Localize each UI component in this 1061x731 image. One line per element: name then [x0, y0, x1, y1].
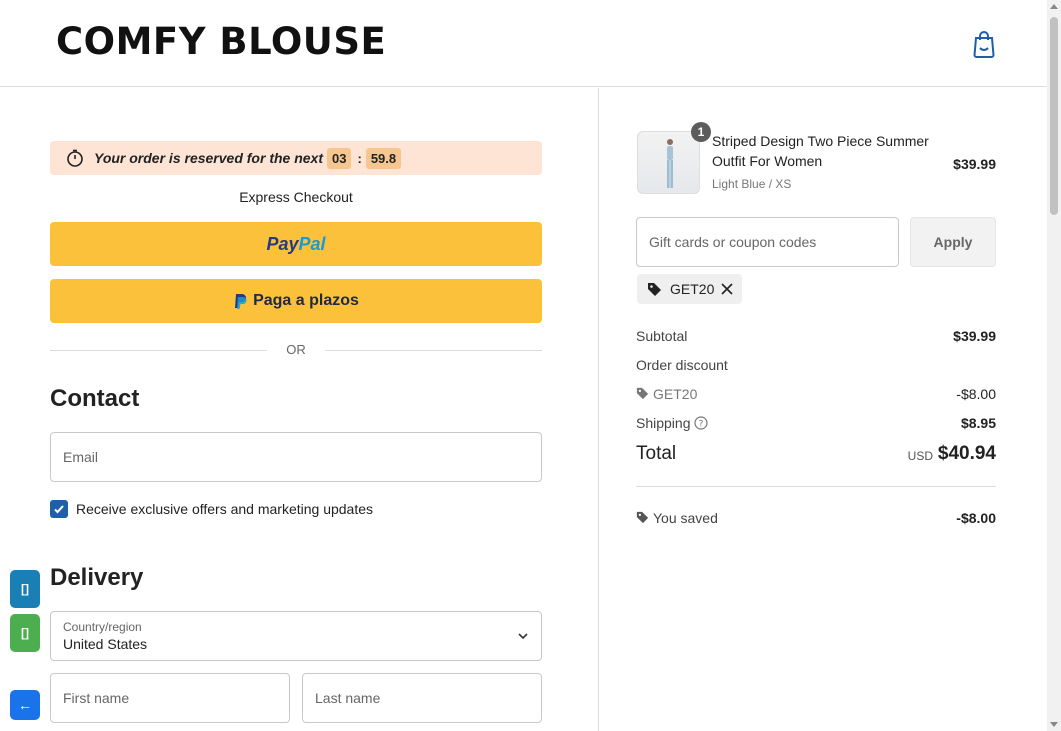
- you-saved-label: You saved: [653, 510, 718, 526]
- country-label: Country/region: [63, 620, 142, 634]
- country-select[interactable]: Country/region United States: [50, 611, 542, 661]
- timer-seconds: 59.8: [365, 147, 402, 169]
- email-field[interactable]: Email: [50, 432, 542, 482]
- quantity-badge: 1: [691, 122, 711, 142]
- product-thumbnail: [637, 131, 700, 194]
- shipping-row: Shipping ? $8.95: [636, 415, 996, 431]
- shipping-value: $8.95: [960, 415, 996, 431]
- total-row: Total USD $40.94: [636, 443, 996, 465]
- help-icon[interactable]: ?: [693, 416, 708, 430]
- last-name-field[interactable]: Last name: [302, 673, 542, 723]
- product-variant: Light Blue / XS: [712, 177, 792, 191]
- subtotal-label: Subtotal: [636, 328, 688, 344]
- email-placeholder: Email: [63, 449, 99, 465]
- back-arrow-button[interactable]: ←: [10, 690, 40, 720]
- total-currency: USD: [907, 449, 933, 463]
- chevron-down-icon: [518, 633, 528, 640]
- coupon-placeholder: Gift cards or coupon codes: [649, 234, 817, 250]
- first-name-placeholder: First name: [63, 690, 130, 706]
- shopping-bag-icon[interactable]: [972, 30, 996, 58]
- marketing-label: Receive exclusive offers and marketing u…: [76, 501, 374, 517]
- product-price: $39.99: [953, 156, 996, 172]
- side-button-1[interactable]: []: [10, 570, 40, 608]
- scrollbar-thumb[interactable]: [1050, 17, 1058, 215]
- site-header: COMFY BLOUSE: [0, 0, 1047, 87]
- checkout-form-column: Your order is reserved for the next 03 :…: [0, 88, 599, 731]
- country-value: United States: [63, 636, 148, 652]
- marketing-checkbox[interactable]: [50, 500, 68, 518]
- product-image: [667, 139, 673, 188]
- total-label: Total: [636, 443, 677, 464]
- paypal-button[interactable]: PayPal: [50, 222, 542, 266]
- side-button-2[interactable]: []: [10, 614, 40, 652]
- discount-code-row: GET20 -$8.00: [636, 386, 996, 402]
- order-discount-label: Order discount: [636, 357, 728, 373]
- last-name-placeholder: Last name: [315, 690, 381, 706]
- total-value: $40.94: [937, 443, 996, 464]
- scroll-down-arrow[interactable]: [1050, 722, 1058, 727]
- delivery-heading: Delivery: [50, 564, 144, 591]
- tag-icon: [636, 511, 649, 524]
- scroll-up-arrow[interactable]: [1050, 4, 1058, 9]
- you-saved-value: -$8.00: [956, 510, 996, 526]
- paypal-logo: PayPal: [266, 233, 326, 254]
- timer-minutes: 03: [327, 147, 352, 169]
- store-logo[interactable]: COMFY BLOUSE: [56, 20, 386, 63]
- subtotal-value: $39.99: [953, 328, 996, 344]
- stopwatch-icon: [67, 149, 83, 167]
- shipping-label: Shipping: [636, 415, 691, 431]
- order-discount-row: Order discount: [636, 357, 996, 373]
- subtotal-row: Subtotal $39.99: [636, 328, 996, 344]
- applied-code: GET20: [670, 281, 715, 297]
- plazos-label: Paga a plazos: [253, 292, 359, 309]
- or-divider: OR: [50, 342, 542, 358]
- summary-divider: [636, 486, 996, 487]
- express-checkout-label: Express Checkout: [239, 189, 353, 205]
- remove-code-icon[interactable]: [720, 282, 734, 296]
- reservation-text: Your order is reserved for the next: [94, 150, 323, 166]
- first-name-field[interactable]: First name: [50, 673, 290, 723]
- timer-separator: :: [357, 150, 362, 166]
- reservation-banner: Your order is reserved for the next 03 :…: [50, 141, 542, 175]
- tag-icon: [636, 387, 649, 400]
- marketing-checkbox-row[interactable]: Receive exclusive offers and marketing u…: [50, 500, 373, 518]
- you-saved-row: You saved -$8.00: [636, 510, 996, 526]
- pay-in-installments-button[interactable]: Paga a plazos: [50, 279, 542, 323]
- contact-heading: Contact: [50, 385, 140, 412]
- discount-code: GET20: [653, 386, 698, 402]
- apply-button[interactable]: Apply: [910, 217, 996, 267]
- tag-icon: [648, 282, 661, 296]
- checkmark-icon: [54, 505, 64, 514]
- applied-code-chip: GET20: [637, 274, 742, 304]
- discount-value: -$8.00: [956, 386, 996, 402]
- order-summary: 1 Striped Design Two Piece Summer Outfit…: [600, 88, 1047, 731]
- svg-text:?: ?: [698, 420, 703, 430]
- paypal-icon: [235, 293, 247, 309]
- page-scrollbar[interactable]: [1047, 0, 1061, 731]
- coupon-input[interactable]: Gift cards or coupon codes: [636, 217, 899, 267]
